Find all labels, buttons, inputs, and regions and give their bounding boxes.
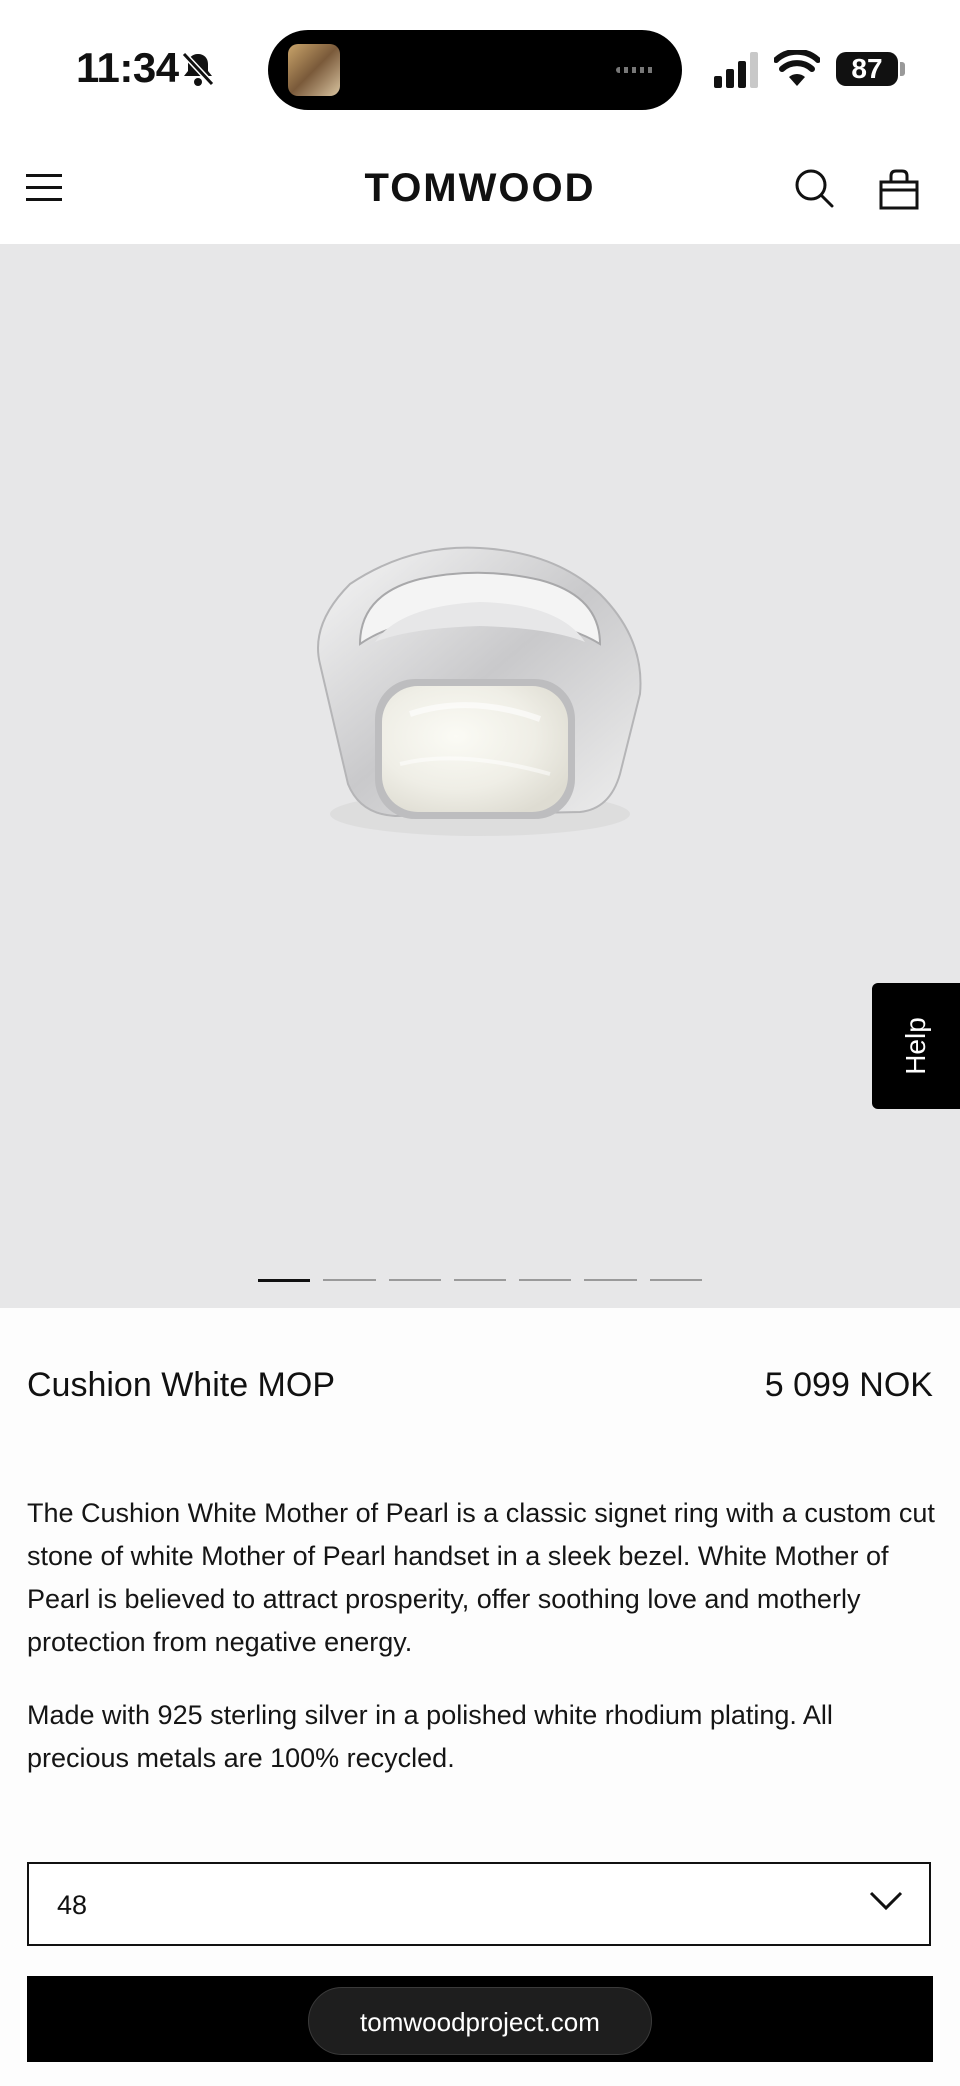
product-details: Cushion White MOP 5 099 NOK The Cushion … (0, 1308, 960, 2086)
status-time: 11:34 (76, 44, 179, 91)
site-header: TOMWOOD (0, 130, 960, 244)
shopping-bag-icon[interactable] (878, 168, 920, 210)
gallery-dot[interactable] (323, 1279, 376, 1281)
wifi-icon (774, 50, 820, 86)
gallery-pagination (258, 1279, 702, 1283)
silent-bell-icon (181, 51, 215, 87)
product-price: 5 099 NOK (764, 1366, 933, 1404)
status-bar: 11:34 87 (0, 0, 960, 130)
gallery-dot[interactable] (388, 1279, 441, 1281)
size-value: 48 (57, 1890, 88, 1920)
product-image-gallery[interactable] (0, 244, 960, 1308)
battery-tip (900, 62, 905, 76)
now-playing-artwork (288, 44, 340, 96)
product-materials: Made with 925 sterling silver in a polis… (27, 1700, 833, 1773)
gallery-dot[interactable] (649, 1279, 702, 1281)
help-button[interactable]: Help (872, 983, 960, 1109)
help-label: Help (900, 1017, 931, 1075)
chevron-down-icon (869, 1891, 903, 1911)
dynamic-island[interactable] (268, 30, 682, 110)
battery-indicator: 87 (836, 52, 898, 86)
search-icon[interactable] (794, 168, 834, 208)
product-image-ring (317, 546, 642, 836)
gallery-dot[interactable] (584, 1279, 637, 1281)
browser-url-bar[interactable]: tomwoodproject.com (308, 1987, 652, 2055)
product-title: Cushion White MOP (27, 1366, 335, 1404)
size-select[interactable]: 48 (27, 1862, 931, 1946)
gallery-dot[interactable] (519, 1279, 572, 1281)
audio-waveform-icon (616, 67, 656, 73)
product-description: The Cushion White Mother of Pearl is a c… (27, 1498, 935, 1657)
cellular-signal-icon (714, 52, 758, 88)
gallery-dot[interactable] (453, 1279, 507, 1281)
gallery-dot[interactable] (258, 1279, 311, 1282)
